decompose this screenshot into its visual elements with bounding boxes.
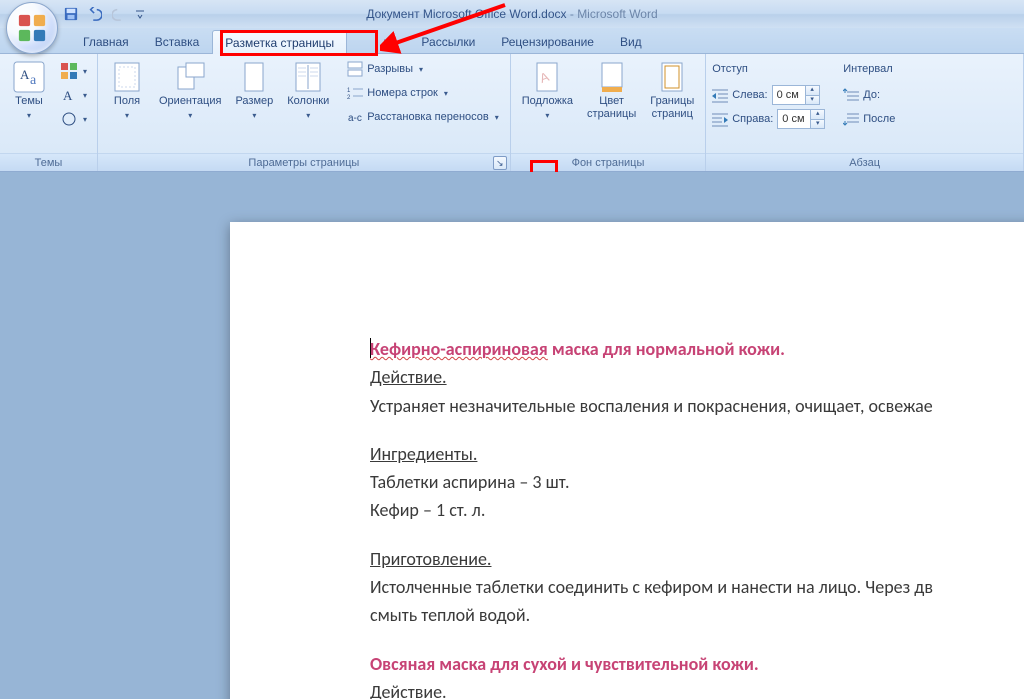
group-label-paragraph: Абзац [706, 153, 1023, 171]
page-borders-button[interactable]: Границы страниц [645, 58, 699, 124]
indent-right-input[interactable]: 0 см▴▾ [777, 109, 825, 129]
theme-colors-button[interactable]: ▾ [56, 60, 92, 82]
group-page-setup: Поля▾ Ориентация▾ Размер▾ Колонки▾ Разры… [98, 54, 511, 171]
indent-left-icon [712, 87, 728, 103]
tab-view[interactable]: Вид [607, 29, 655, 53]
title-bar: Документ Microsoft Office Word.docx - Mi… [0, 0, 1024, 28]
hyphenation-button[interactable]: a-cРасстановка переносов▾ [342, 106, 504, 128]
save-button[interactable] [62, 5, 80, 23]
colors-icon [61, 63, 77, 79]
effects-icon [61, 111, 77, 127]
redo-button[interactable] [110, 5, 128, 23]
tab-mailings[interactable]: Рассылки [408, 29, 488, 53]
columns-icon [292, 61, 324, 93]
indent-right-icon [712, 111, 728, 127]
tab-home[interactable]: Главная [70, 29, 142, 53]
indent-heading: Отступ [712, 58, 825, 80]
doc-subhead-4: Действие. [370, 680, 1010, 699]
document-page[interactable]: Кефирно-аспириновая маска для нормальной… [230, 222, 1024, 699]
doc-heading-2: Овсяная маска для сухой и чувствительной… [370, 652, 1010, 676]
svg-text:A: A [20, 67, 30, 82]
size-button[interactable]: Размер▾ [230, 58, 278, 125]
tab-references[interactable]: Ссыки [347, 29, 408, 53]
theme-effects-button[interactable]: ▾ [56, 108, 92, 130]
page-setup-dialog-launcher[interactable]: ↘ [493, 156, 507, 170]
themes-icon: Aa [13, 61, 45, 93]
watermark-icon: A [531, 61, 563, 93]
hyphenation-icon: a-c [347, 109, 363, 125]
page-borders-icon [656, 61, 688, 93]
doc-text: Таблетки аспирина – 3 шт. [370, 470, 1010, 494]
indent-left-label: Слева: [732, 89, 767, 101]
orientation-button[interactable]: Ориентация▾ [154, 58, 226, 125]
doc-subhead-2: Ингредиенты. [370, 442, 1010, 466]
theme-fonts-button[interactable]: A▾ [56, 84, 92, 106]
page-size-icon [238, 61, 270, 93]
page-color-icon [596, 61, 628, 93]
svg-text:a: a [30, 73, 37, 88]
breaks-icon [347, 61, 363, 77]
margins-icon [111, 61, 143, 93]
office-button[interactable] [6, 2, 58, 54]
page-color-button[interactable]: Цвет страницы [582, 58, 641, 124]
ribbon: Aa Темы▾ ▾ A▾ ▾ Темы Поля▾ Ориентация▾ [0, 54, 1024, 172]
document-name: Документ Microsoft Office Word.docx [366, 7, 566, 21]
qat-customize-button[interactable] [134, 5, 146, 23]
group-page-background: A Подложка▾ Цвет страницы Границы страни… [511, 54, 706, 171]
spacing-heading: Интервал [843, 58, 895, 80]
themes-button[interactable]: Aa Темы▾ [6, 58, 52, 125]
doc-text: смыть теплой водой. [370, 603, 1010, 627]
undo-button[interactable] [86, 5, 104, 23]
doc-subhead-1: Действие. [370, 365, 1010, 389]
doc-text: Устраняет незначительные воспаления и по… [370, 394, 1010, 418]
spacing-after-label: После [863, 113, 895, 125]
doc-subhead-3: Приготовление. [370, 547, 1010, 571]
doc-text: Кефир – 1 ст. л. [370, 498, 1010, 522]
group-paragraph: Отступ Слева: 0 см▴▾ Справа: 0 см▴▾ Инте… [706, 54, 1024, 171]
breaks-button[interactable]: Разрывы▾ [342, 58, 504, 80]
watermark-button[interactable]: A Подложка▾ [517, 58, 578, 125]
window-title: Документ Microsoft Office Word.docx - Mi… [0, 7, 1024, 21]
document-workspace[interactable]: Кефирно-аспириновая маска для нормальной… [0, 172, 1024, 699]
doc-text: Истолченные таблетки соединить с кефиром… [370, 575, 1010, 599]
svg-text:2: 2 [347, 95, 351, 101]
doc-heading-1: Кефирно-аспириновая маска для нормальной… [370, 337, 1010, 361]
tab-review[interactable]: Рецензирование [488, 29, 607, 53]
ribbon-tabs: Главная Вставка Разметка страницы Ссыки … [0, 28, 1024, 54]
indent-right-label: Справа: [732, 113, 773, 125]
spacing-after-icon [843, 111, 859, 127]
spacing-before-icon [843, 87, 859, 103]
columns-button[interactable]: Колонки▾ [282, 58, 334, 125]
svg-text:1: 1 [347, 88, 351, 94]
svg-text:a-c: a-c [348, 113, 362, 124]
tab-page-layout[interactable]: Разметка страницы [212, 30, 347, 54]
indent-left-input[interactable]: 0 см▴▾ [772, 85, 820, 105]
group-themes: Aa Темы▾ ▾ A▾ ▾ Темы [0, 54, 98, 171]
orientation-icon [174, 61, 206, 93]
group-label-themes: Темы [0, 153, 97, 171]
group-label-page-setup: Параметры страницы ↘ [98, 153, 510, 171]
line-numbers-icon: 12 [347, 85, 363, 101]
fonts-icon: A [61, 87, 77, 103]
app-name: Microsoft Word [577, 7, 657, 21]
tab-insert[interactable]: Вставка [142, 29, 213, 53]
margins-button[interactable]: Поля▾ [104, 58, 150, 125]
spacing-before-label: До: [863, 89, 880, 101]
group-label-page-bg: Фон страницы [511, 153, 705, 171]
quick-access-toolbar [62, 5, 146, 23]
svg-text:A: A [63, 88, 73, 103]
line-numbers-button[interactable]: 12Номера строк▾ [342, 82, 504, 104]
